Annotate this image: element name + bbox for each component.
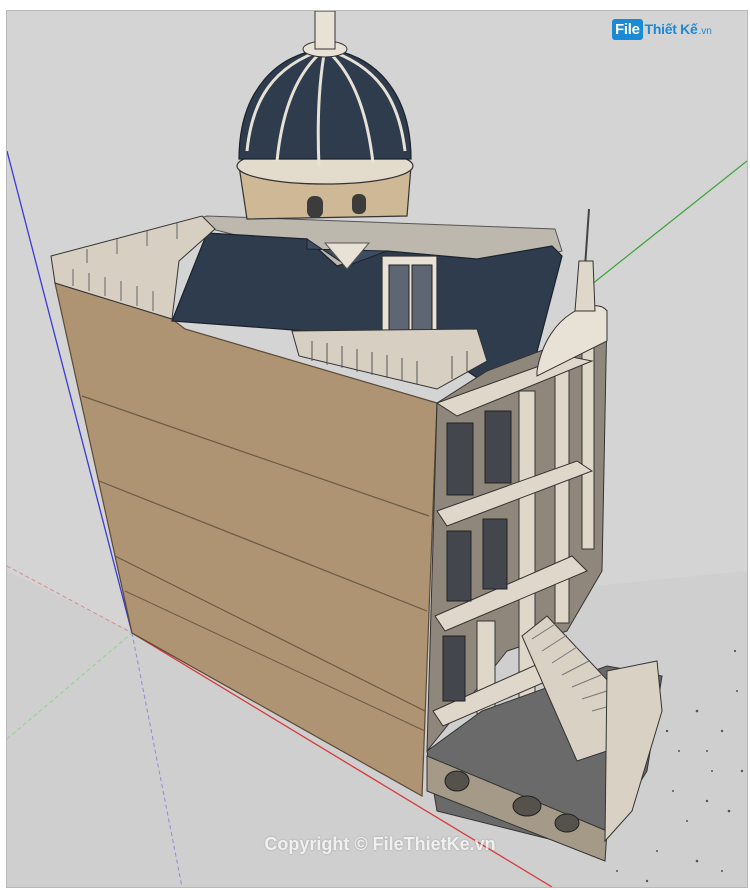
screenshot-frame: File Thiết Kế .vn Copyright © FileThietK…	[0, 0, 750, 890]
logo-file-text: File	[612, 18, 643, 40]
copyright-watermark: Copyright © FileThietKe.vn	[264, 834, 496, 854]
drum-window	[307, 196, 323, 218]
sketchup-viewport[interactable]	[6, 10, 748, 888]
dormer-pane-left	[388, 264, 410, 334]
logo-domain-text: .vn	[698, 26, 712, 37]
green-axis	[576, 160, 747, 297]
lantern	[314, 11, 336, 50]
dormer-pane-right	[411, 264, 433, 334]
dome	[238, 48, 412, 160]
spire-finial	[574, 260, 596, 312]
drum-window-2	[352, 194, 366, 214]
building-model-render	[7, 11, 747, 887]
file-thiet-ke-logo-icon: File Thiết Kế .vn	[612, 16, 712, 42]
logo-brand-text: Thiết Kế	[644, 21, 698, 37]
